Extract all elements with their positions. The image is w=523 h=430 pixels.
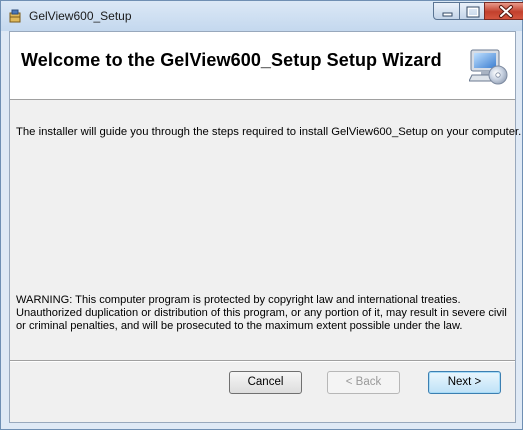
window-title: GelView600_Setup	[29, 9, 132, 23]
setup-window: GelView600_Setup Welcome to the GelView6…	[0, 0, 523, 430]
maximize-button[interactable]	[459, 2, 485, 20]
cancel-button[interactable]: Cancel	[229, 371, 302, 394]
next-button[interactable]: Next >	[428, 371, 501, 394]
wizard-heading: Welcome to the GelView600_Setup Setup Wi…	[21, 50, 442, 70]
title-bar[interactable]: GelView600_Setup	[1, 1, 523, 31]
intro-text: The installer will guide you through the…	[16, 126, 522, 138]
button-divider	[10, 360, 515, 362]
wizard-banner: Welcome to the GelView600_Setup Setup Wi…	[10, 32, 515, 100]
close-button[interactable]	[484, 2, 523, 20]
computer-cd-icon	[469, 49, 508, 85]
minimize-button[interactable]	[433, 2, 460, 20]
maximize-icon	[466, 6, 480, 18]
copyright-warning: WARNING: This computer program is protec…	[16, 294, 507, 332]
back-button[interactable]: < Back	[327, 371, 400, 394]
installer-app-icon	[9, 9, 21, 23]
close-icon	[499, 5, 513, 18]
wizard-client-area: Welcome to the GelView600_Setup Setup Wi…	[9, 31, 521, 423]
minimize-icon	[442, 12, 453, 17]
